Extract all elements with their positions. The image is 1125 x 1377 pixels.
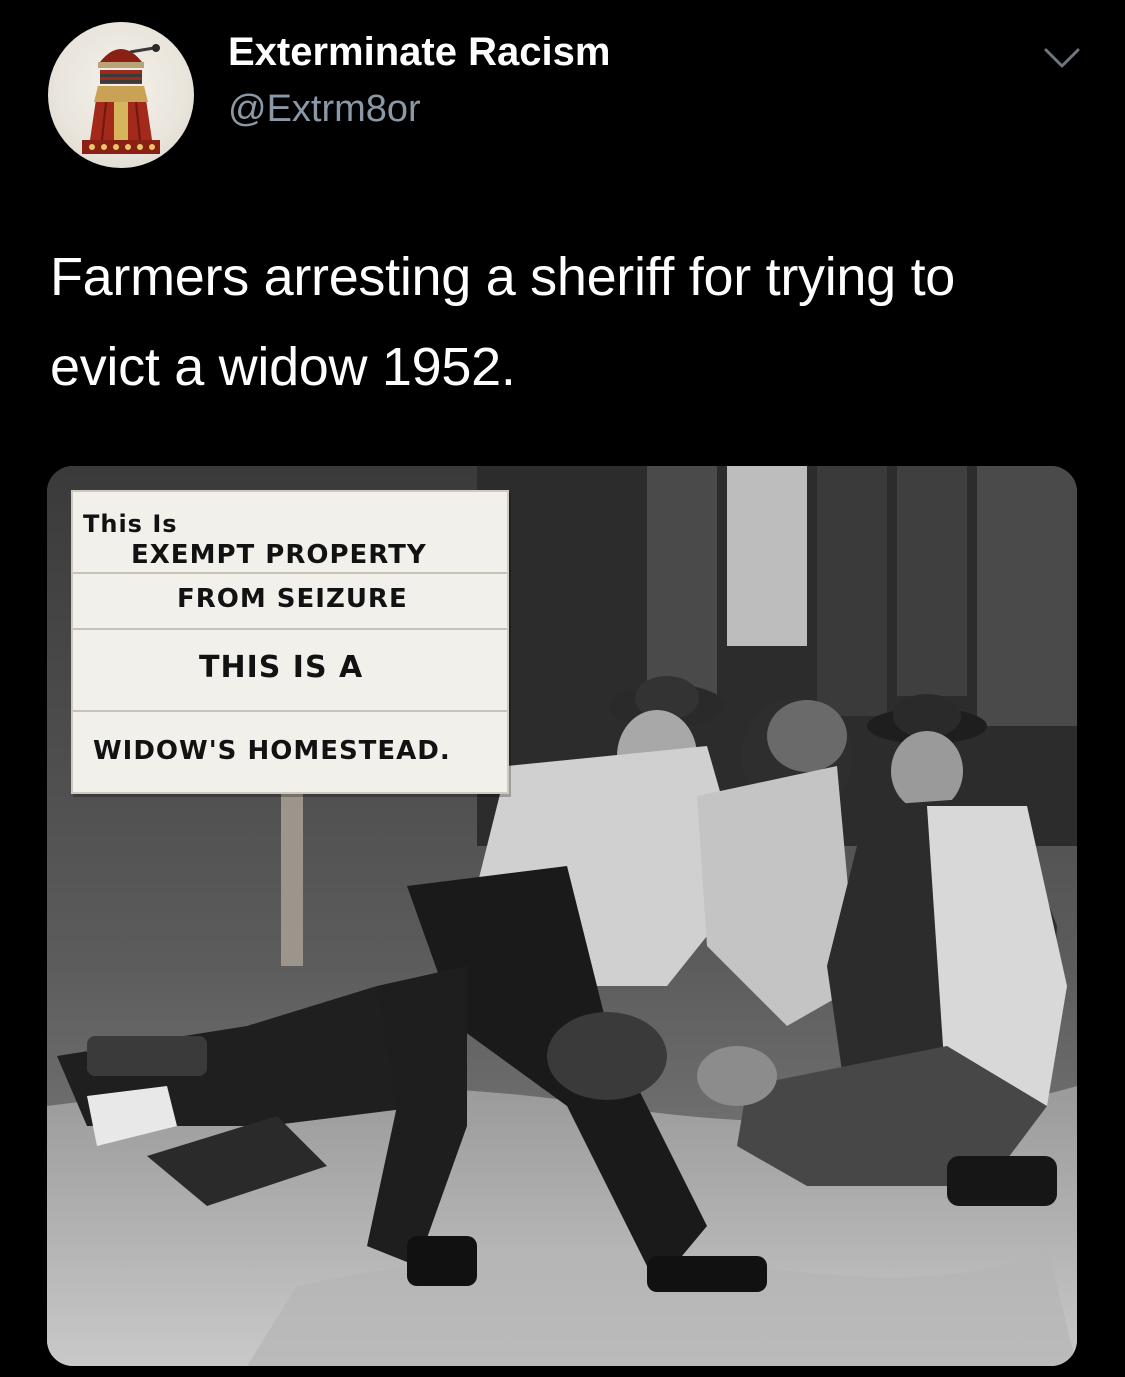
user-handle[interactable]: @Extrm8or <box>228 88 421 131</box>
tweet-photo[interactable]: This Is EXEMPT PROPERTY FROM SEIZURE THI… <box>47 466 1077 1366</box>
sign-divider <box>73 710 507 712</box>
sign-divider <box>73 572 507 574</box>
chevron-down-icon <box>1044 48 1080 68</box>
tweet-text: Farmers arresting a sheriff for trying t… <box>50 247 956 397</box>
display-name[interactable]: Exterminate Racism <box>228 30 610 75</box>
more-options-button[interactable] <box>1040 40 1084 76</box>
sign-line-1: This Is <box>83 510 178 538</box>
avatar[interactable] <box>48 22 194 168</box>
sign-divider <box>73 628 507 630</box>
sign-line-2: EXEMPT PROPERTY <box>131 540 427 570</box>
sign-line-4: THIS IS A <box>199 650 364 685</box>
dalek-avatar-icon <box>82 44 160 154</box>
sign-line-3: FROM SEIZURE <box>177 584 408 614</box>
photo-sign: This Is EXEMPT PROPERTY FROM SEIZURE THI… <box>71 490 509 794</box>
sign-line-5: WIDOW'S HOMESTEAD. <box>93 736 451 766</box>
